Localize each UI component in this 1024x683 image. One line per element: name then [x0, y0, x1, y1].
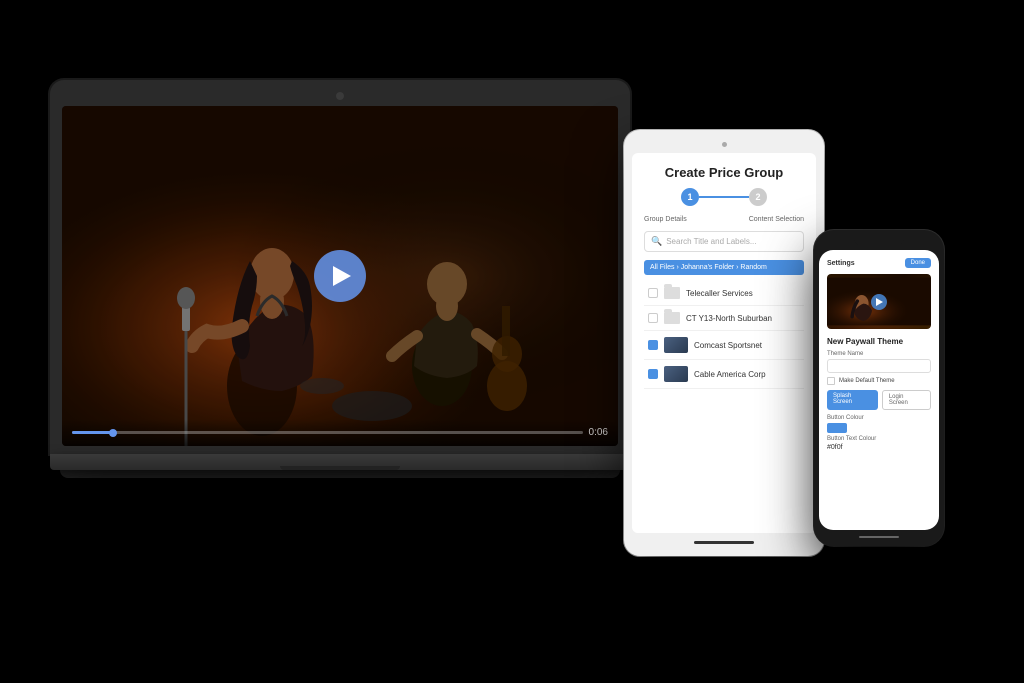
button-colour-swatch[interactable]: [827, 423, 847, 433]
folder-icon: [664, 312, 680, 324]
tablet-body: Create Price Group 1 2 Group Details Con…: [624, 130, 824, 556]
video-controls: 0:06: [62, 419, 618, 446]
make-default-label: Make Default Theme: [839, 378, 895, 384]
button-text-colour-section: Button Text Colour #0f0f: [827, 436, 931, 451]
time-display: 0:06: [589, 427, 608, 438]
tablet-title: Create Price Group: [644, 165, 804, 180]
tablet-breadcrumb: All Files › Johanna's Folder › Random: [644, 260, 804, 275]
laptop: 0:06: [50, 80, 630, 478]
laptop-base: [50, 454, 630, 470]
button-text-colour-label: Button Text Colour: [827, 436, 931, 442]
phone-header-text: Settings: [827, 260, 855, 267]
folder-icon: [664, 287, 680, 299]
phone-video-thumbnail: [827, 274, 931, 329]
button-colour-section: Button Colour: [827, 415, 931, 433]
progress-bar-fill: [72, 431, 113, 434]
table-row: Cable America Corp: [644, 360, 804, 389]
phone-notch: [854, 238, 904, 246]
step-line: [699, 196, 749, 198]
phone-screen: Settings Done: [819, 250, 939, 530]
row3-text: Comcast Sportsnet: [694, 341, 800, 350]
tablet-ui: Create Price Group 1 2 Group Details Con…: [632, 153, 816, 401]
phone-ui: Settings Done: [819, 250, 939, 459]
progress-bar-background: [72, 431, 583, 434]
screen-buttons-row: Splash Screen Login Screen: [827, 390, 931, 410]
row4-text: Cable America Corp: [694, 370, 800, 379]
phone-home-bar: [859, 536, 899, 538]
laptop-camera-bar: [62, 92, 618, 100]
tablet-steps: 1 2: [644, 188, 804, 206]
button-text-colour-value: #0f0f: [827, 444, 931, 451]
laptop-screen-outer: 0:06: [50, 80, 630, 454]
row2-checkbox[interactable]: [648, 313, 658, 323]
button-colour-label: Button Colour: [827, 415, 931, 421]
make-default-checkbox[interactable]: [827, 377, 835, 385]
phone-section-title: New Paywall Theme: [827, 337, 931, 346]
progress-dot: [109, 429, 117, 437]
splash-screen-button[interactable]: Splash Screen: [827, 390, 878, 410]
phone-body: Settings Done: [814, 230, 944, 546]
row1-text: Telecaller Services: [686, 289, 800, 298]
laptop-screen: 0:06: [62, 106, 618, 446]
video-thumbnail: [664, 366, 688, 382]
step-labels: Group Details Content Selection: [644, 216, 804, 223]
step2-circle: 2: [749, 188, 767, 206]
phone-play-icon: [876, 298, 883, 306]
table-row: Telecaller Services: [644, 281, 804, 306]
progress-bar-container[interactable]: 0:06: [72, 427, 608, 438]
phone-play-button[interactable]: [871, 294, 887, 310]
step1-label: Group Details: [644, 216, 687, 223]
tablet-search[interactable]: 🔍 Search Title and Labels...: [644, 231, 804, 252]
laptop-camera-dot: [336, 92, 344, 100]
theme-name-label: Theme Name: [827, 351, 931, 357]
table-row: Comcast Sportsnet: [644, 331, 804, 360]
tablet-home-bar: [694, 541, 754, 544]
theme-name-input[interactable]: [827, 359, 931, 373]
play-button[interactable]: [314, 250, 366, 302]
breadcrumb-text: All Files › Johanna's Folder › Random: [650, 264, 767, 271]
step1-circle: 1: [681, 188, 699, 206]
table-row: CT Y13-North Suburban: [644, 306, 804, 331]
row3-checkbox[interactable]: [648, 340, 658, 350]
tablet-camera: [722, 142, 727, 147]
scene: 0:06 Create Price Group 1 2: [0, 0, 1024, 683]
make-default-row: Make Default Theme: [827, 377, 931, 385]
step2-label: Content Selection: [749, 216, 804, 223]
video-thumbnail: [664, 337, 688, 353]
phone: Settings Done: [814, 230, 944, 546]
play-icon: [333, 266, 351, 286]
tablet: Create Price Group 1 2 Group Details Con…: [624, 130, 824, 556]
row4-checkbox[interactable]: [648, 369, 658, 379]
row2-text: CT Y13-North Suburban: [686, 314, 800, 323]
search-placeholder: Search Title and Labels...: [666, 237, 756, 246]
search-icon: 🔍: [651, 236, 662, 247]
phone-done-button[interactable]: Done: [905, 258, 931, 268]
row1-checkbox[interactable]: [648, 288, 658, 298]
laptop-foot: [60, 470, 620, 478]
phone-header: Settings Done: [827, 258, 931, 268]
login-screen-button[interactable]: Login Screen: [882, 390, 931, 410]
tablet-screen: Create Price Group 1 2 Group Details Con…: [632, 153, 816, 533]
